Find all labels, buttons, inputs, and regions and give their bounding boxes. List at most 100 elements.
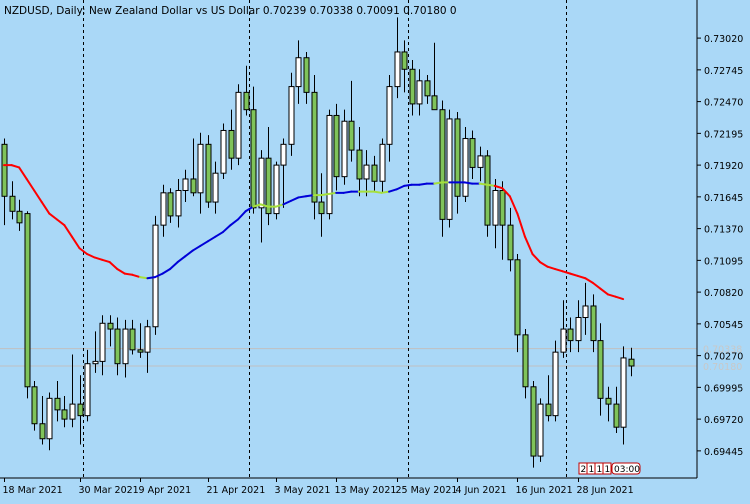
- candle-body: [401, 51, 408, 70]
- candle-body: [348, 120, 355, 151]
- candle-body: [605, 397, 612, 405]
- candle: [537, 398, 544, 462]
- y-tick-label: 0.71095: [704, 256, 743, 267]
- ma-segment: [123, 272, 134, 276]
- candle-body: [9, 195, 16, 212]
- candle-body: [394, 51, 401, 88]
- candle-body: [220, 129, 227, 174]
- ma-segment: [463, 181, 474, 185]
- y-tick-label: 0.71370: [704, 225, 743, 236]
- candle-body: [620, 357, 627, 428]
- chart-title: NZDUSD, Daily: New Zealand Dollar vs US …: [4, 5, 457, 17]
- candle-body: [333, 114, 340, 178]
- candle-body: [507, 224, 514, 261]
- candle-body: [318, 201, 325, 215]
- candle-body: [363, 164, 370, 180]
- y-tick-label: 0.70545: [704, 320, 743, 331]
- symbol-label: NZDUSD, Daily:: [4, 5, 86, 17]
- candle-body: [567, 328, 574, 342]
- candle-body: [243, 91, 250, 111]
- price-chart[interactable]: 0.703380.70180 0.730200.727450.724700.72…: [0, 0, 750, 500]
- x-tick-label: 28 Jun 2021: [577, 485, 634, 496]
- candle-body: [190, 178, 197, 194]
- candle-body: [114, 328, 121, 365]
- candle-body: [250, 109, 257, 209]
- candle-body: [24, 213, 31, 388]
- x-tick-label: 25 May 2021: [396, 485, 458, 496]
- candle-body: [258, 157, 265, 209]
- y-tick-label: 0.72745: [704, 66, 743, 77]
- volume-value: 0: [450, 5, 457, 17]
- candle-body: [205, 143, 212, 203]
- y-tick-label: 0.73020: [704, 34, 743, 45]
- counter-badge: 1: [597, 465, 603, 475]
- chart-window[interactable]: 0.70338 0.70180 0.73020 0.72745 0.72470 0.72…: [0, 0, 750, 500]
- candle-body: [92, 360, 99, 365]
- candle-body: [492, 190, 499, 226]
- ma-segment: [342, 190, 353, 194]
- candle-body: [530, 386, 537, 457]
- candle-body: [484, 155, 491, 226]
- candle-body: [295, 57, 302, 88]
- x-tick-label: 30 Mar 2021: [79, 485, 139, 496]
- chart-background: [0, 0, 750, 500]
- candle-body: [326, 114, 333, 215]
- counter-badge: 1: [589, 465, 595, 475]
- candle-body: [431, 95, 438, 111]
- candle: [273, 161, 280, 220]
- candle-body: [582, 305, 589, 319]
- candle-body: [590, 305, 597, 342]
- candle-body: [288, 86, 295, 145]
- candle-body: [454, 118, 461, 197]
- x-tick-label: 21 Apr 2021: [207, 485, 266, 496]
- candle-body: [144, 326, 151, 353]
- candle-body: [61, 409, 68, 420]
- candle-body: [522, 334, 529, 388]
- candle-body: [628, 358, 635, 367]
- ma-segment: [305, 194, 315, 198]
- candle: [311, 75, 318, 220]
- candle-body: [228, 129, 235, 159]
- ma-segment: [146, 276, 156, 280]
- bar-countdown: 2 1 1 1 03:00: [578, 462, 641, 475]
- candle: [235, 84, 242, 166]
- candle-body: [31, 386, 38, 425]
- candle: [552, 340, 559, 422]
- candle-body: [122, 328, 129, 365]
- candle-body: [16, 210, 23, 224]
- instrument-description: New Zealand Dollar vs US Dollar: [89, 5, 260, 17]
- candle-body: [560, 328, 567, 353]
- candle: [205, 135, 212, 208]
- ma-segment: [486, 183, 496, 187]
- candle-body: [416, 80, 423, 105]
- candle-body: [129, 328, 136, 351]
- candle-body: [54, 397, 61, 411]
- candle-body: [386, 86, 393, 145]
- ma-segment: [418, 182, 428, 186]
- candle-body: [597, 340, 604, 399]
- candle-body: [235, 91, 242, 159]
- candle: [484, 150, 491, 237]
- y-tick-label: 0.71920: [704, 161, 743, 172]
- candle-body: [107, 322, 114, 330]
- x-tick-label: 9 Apr 2021: [139, 485, 192, 496]
- candle-body: [552, 351, 559, 417]
- y-tick-label: 0.70270: [704, 352, 743, 363]
- ma-segment: [403, 183, 413, 187]
- candle-body: [446, 118, 453, 220]
- y-tick-label: 0.69445: [704, 447, 743, 458]
- candle-body: [69, 403, 76, 420]
- x-tick-label: 4 Jun 2021: [456, 485, 507, 496]
- y-tick-label: 0.69720: [704, 415, 743, 426]
- candle-body: [356, 149, 363, 180]
- candle-body: [613, 403, 620, 428]
- ohlc-values: 0.70239 0.70338 0.70091 0.70180: [263, 5, 447, 17]
- x-tick-label: 13 May 2021: [335, 485, 397, 496]
- y-tick-label: 0.72470: [704, 98, 743, 109]
- candle: [446, 109, 453, 228]
- candle-body: [212, 172, 219, 203]
- candle: [31, 381, 38, 431]
- candle-body: [499, 190, 506, 226]
- counter-badge: 1: [605, 465, 611, 475]
- candle-body: [167, 192, 174, 217]
